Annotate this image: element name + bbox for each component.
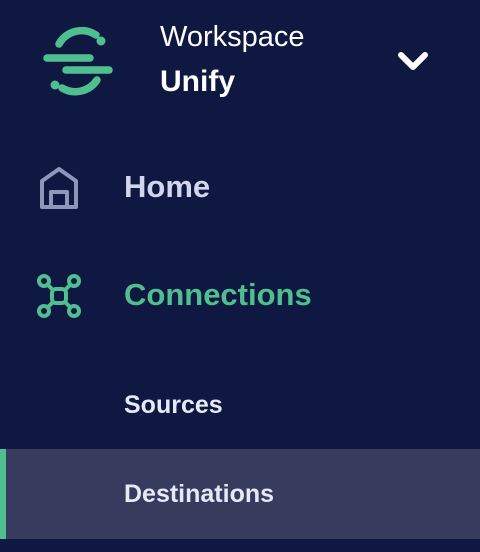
nav-item-label: Connections: [124, 277, 312, 312]
sub-nav-item-sources[interactable]: Sources: [0, 360, 480, 450]
sub-nav-item-label: Destinations: [124, 480, 275, 508]
segment-logo-icon: [43, 26, 113, 96]
nav-item-home[interactable]: Home: [0, 147, 480, 227]
sidebar: Workspace Unify Home Connections Sources…: [0, 0, 480, 552]
nav-item-label: Home: [124, 169, 211, 204]
home-icon: [40, 167, 78, 209]
active-indicator: [0, 449, 6, 539]
sub-nav-item-label: Sources: [124, 391, 223, 419]
workspace-name: Unify: [160, 65, 235, 98]
connections-icon: [37, 274, 81, 318]
nav-item-connections[interactable]: Connections: [0, 255, 480, 335]
workspace-switcher[interactable]: Workspace Unify: [0, 0, 480, 125]
chevron-down-icon[interactable]: [394, 46, 432, 76]
workspace-label: Workspace: [160, 21, 305, 53]
sub-nav-item-destinations[interactable]: Destinations: [0, 449, 480, 539]
